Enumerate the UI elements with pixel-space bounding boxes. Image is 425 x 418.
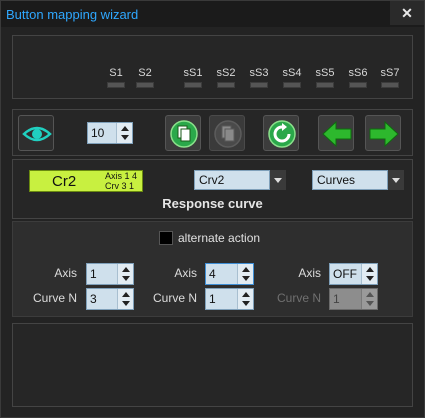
axis-label: Axis (54, 266, 77, 280)
switch-label: sS6 (348, 67, 368, 79)
axis-spinbox[interactable]: 4 (205, 263, 254, 285)
prev-button[interactable] (318, 115, 354, 151)
switch-indicator (283, 82, 301, 88)
curve-select-value: Crv2 (194, 170, 270, 190)
axis-label: Axis (298, 266, 321, 280)
curve-n-label: Curve N (32, 291, 77, 305)
switch-label: sS5 (315, 67, 335, 79)
chevron-down-icon[interactable] (388, 170, 404, 190)
curve-n-spinbox[interactable]: 1 (205, 288, 254, 310)
switch-s1[interactable]: S1 (104, 66, 128, 88)
spin-arrows[interactable] (361, 264, 377, 284)
chevron-down-icon[interactable] (270, 170, 286, 190)
spin-arrows[interactable] (237, 289, 253, 309)
eye-icon (22, 126, 52, 142)
curve-n-spinbox[interactable]: 3 (86, 288, 134, 310)
toolbar: 10 (12, 109, 413, 156)
switch-label: sS1 (183, 67, 203, 79)
spin-arrows[interactable] (117, 289, 133, 309)
window-title: Button mapping wizard (6, 7, 139, 22)
switch-ss1[interactable]: sS1 (181, 66, 205, 88)
spin-arrows (361, 289, 377, 309)
curve-badge-name: Cr2 (52, 173, 77, 190)
switch-indicator (316, 82, 334, 88)
curve-badge-crv: Crv 3 1 (105, 181, 135, 191)
switch-label: sS4 (282, 67, 302, 79)
switch-ss4[interactable]: sS4 (280, 66, 304, 88)
axis-spinbox[interactable]: OFF (329, 263, 378, 285)
switch-indicator (217, 82, 235, 88)
switch-label: sS2 (216, 67, 236, 79)
section-heading: Response curve (162, 196, 263, 211)
switch-indicator (250, 82, 268, 88)
copy-icon (170, 120, 198, 148)
axis-value: OFF (333, 267, 357, 281)
curve-n-label: Curve N (276, 291, 321, 305)
switch-ss6[interactable]: sS6 (346, 66, 370, 88)
curve-n-value: 1 (333, 292, 340, 306)
curve-n-value: 3 (90, 292, 97, 306)
title-bar: Button mapping wizard ✕ (1, 1, 424, 27)
alternate-action-checkbox[interactable] (159, 231, 173, 245)
arrow-left-icon (322, 120, 352, 148)
switch-panel: S1 S2 sS1 sS2 sS3 sS4 sS5 sS6 sS7 (12, 35, 413, 99)
view-button[interactable] (18, 115, 54, 151)
switch-ss3[interactable]: sS3 (247, 66, 271, 88)
mode-select-value: Curves (312, 170, 388, 190)
curve-badge[interactable]: Cr2 Axis 1 4 Crv 3 1 (29, 170, 143, 192)
curve-select[interactable]: Crv2 (194, 170, 286, 190)
bottom-panel (12, 323, 413, 407)
spin-arrows[interactable] (116, 123, 132, 143)
switch-indicator (184, 82, 202, 88)
curve-badge-axis: Axis 1 4 (105, 171, 138, 181)
number-value: 10 (91, 126, 105, 140)
curve-n-label: Curve N (152, 291, 197, 305)
mode-select[interactable]: Curves (312, 170, 404, 190)
next-button[interactable] (365, 115, 401, 151)
curve-n-value: 1 (209, 292, 216, 306)
number-spinbox[interactable]: 10 (87, 122, 133, 144)
axis-value: 4 (209, 267, 216, 281)
close-button[interactable]: ✕ (390, 1, 424, 25)
switch-ss5[interactable]: sS5 (313, 66, 337, 88)
switch-ss2[interactable]: sS2 (214, 66, 238, 88)
switch-label: sS7 (380, 67, 400, 79)
axis-spinbox[interactable]: 1 (86, 263, 134, 285)
wizard-window: Button mapping wizard ✕ S1 S2 sS1 sS2 sS… (0, 0, 425, 418)
switch-indicator (381, 82, 399, 88)
arrow-right-icon (369, 120, 399, 148)
paste-icon (214, 120, 242, 148)
paste-button[interactable] (209, 115, 245, 151)
copy-button[interactable] (165, 115, 201, 151)
switch-label: S1 (109, 67, 123, 79)
refresh-icon (268, 120, 296, 148)
switch-indicator (136, 82, 154, 88)
switch-indicator (349, 82, 367, 88)
response-curve-panel: Cr2 Axis 1 4 Crv 3 1 Crv2 Curves Respons… (12, 159, 413, 219)
curve-n-spinbox: 1 (329, 288, 378, 310)
axis-label: Axis (174, 266, 197, 280)
switch-ss7[interactable]: sS7 (378, 66, 402, 88)
refresh-button[interactable] (263, 115, 299, 151)
action-panel: alternate action Axis 1 Curve N 3 Axis 4… (12, 221, 413, 317)
axis-value: 1 (90, 267, 97, 281)
switch-label: S2 (138, 67, 152, 79)
switch-s2[interactable]: S2 (133, 66, 157, 88)
spin-arrows[interactable] (117, 264, 133, 284)
alternate-action-label: alternate action (178, 231, 261, 245)
switch-indicator (107, 82, 125, 88)
switch-label: sS3 (249, 67, 269, 79)
spin-arrows[interactable] (237, 264, 253, 284)
